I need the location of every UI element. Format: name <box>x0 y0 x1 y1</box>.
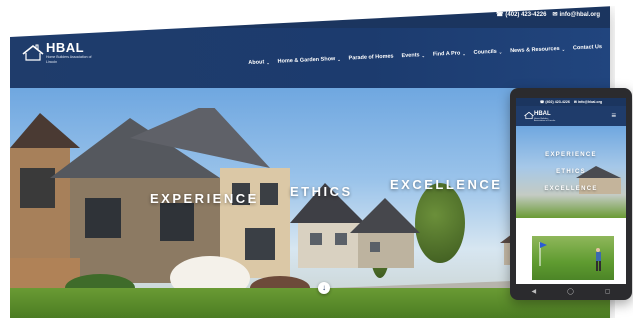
site-logo[interactable]: HBAL Home Builders Association of Lincol… <box>22 38 100 74</box>
chevron-down-icon: ⌄ <box>337 56 341 62</box>
phone-softkeys: ◀ ◯ ▢ <box>516 284 626 298</box>
nav-label: Events <box>401 52 420 60</box>
phone-logo-subtitle: Home Builders Association of Lincoln <box>534 118 556 122</box>
nav-label: Councils <box>473 48 497 56</box>
phone-content-spacer <box>516 218 626 238</box>
nav-parade-of-homes[interactable]: Parade of Homes <box>349 53 394 61</box>
nav-label: About <box>248 59 265 67</box>
home-icon[interactable]: ◯ <box>567 288 574 295</box>
phone-logo-title[interactable]: HBAL <box>534 111 551 117</box>
scroll-down-button[interactable]: ↓ <box>318 282 330 294</box>
email-link[interactable]: ✉ info@hbal.org <box>574 100 602 104</box>
back-icon[interactable]: ◀ <box>531 288 536 295</box>
recents-icon[interactable]: ▢ <box>605 288 611 295</box>
nav-events[interactable]: Events ⌄ <box>401 52 425 59</box>
house-logo-icon <box>22 44 44 61</box>
nav-councils[interactable]: Councils ⌄ <box>473 49 502 56</box>
phone-link[interactable]: ☎ (402) 423-4226 <box>495 11 547 19</box>
chevron-down-icon: ⌄ <box>561 46 566 52</box>
phone-link[interactable]: ☎ (402) 423-4226 <box>540 100 570 104</box>
phone-hero-word-ethics: ETHICS <box>556 169 586 175</box>
phone-icon: ☎ <box>495 12 504 18</box>
house-logo-icon <box>524 111 534 120</box>
golfer-image <box>539 242 601 271</box>
hero-word-excellence: EXCELLENCE <box>390 177 503 192</box>
nav-label: Home & Garden Show <box>277 56 336 65</box>
nav-about[interactable]: About ⌄ <box>248 59 270 66</box>
house-image <box>10 108 310 308</box>
nav-label: Parade of Homes <box>348 53 394 62</box>
phone-topbar: ☎ (402) 423-4226 ✉ info@hbal.org <box>516 98 626 106</box>
nav-label: News & Resources <box>510 45 560 55</box>
envelope-icon: ✉ <box>573 100 577 104</box>
phone-icon: ☎ <box>539 100 545 104</box>
phone-hero-word-excellence: EXCELLENCE <box>544 186 598 192</box>
phone-navbar: HBAL Home Builders Association of Lincol… <box>516 106 626 126</box>
nav-find-a-pro[interactable]: Find A Pro ⌄ <box>433 50 466 57</box>
phone-text: (402) 423-4226 <box>505 11 547 18</box>
topbar-contact: ☎ (402) 423-4226 ✉ info@hbal.org <box>495 11 600 19</box>
nav-news-resources[interactable]: News & Resources ⌄ <box>510 46 565 54</box>
email-text: info@hbal.org <box>559 11 600 18</box>
phone-text: (402) 423-4226 <box>545 100 570 104</box>
phone-hero-image: EXPERIENCE ETHICS EXCELLENCE <box>516 126 626 218</box>
chevron-down-icon: ⌄ <box>462 50 466 56</box>
hero-word-experience: EXPERIENCE <box>150 191 259 206</box>
chevron-down-icon: ⌄ <box>266 59 270 65</box>
hamburger-menu-icon[interactable]: ≡ <box>611 111 616 120</box>
logo-title: HBAL <box>46 40 85 55</box>
hero-word-ethics: ETHICS <box>290 184 353 199</box>
nav-home-garden-show[interactable]: Home & Garden Show ⌄ <box>277 56 340 65</box>
email-text: info@hbal.org <box>577 100 603 104</box>
logo-subtitle: Home Builders Association of Lincoln <box>46 55 92 64</box>
nav-label: Find A Pro <box>432 50 461 58</box>
phone-mockup: ☎ (402) 423-4226 ✉ info@hbal.org HBAL Ho… <box>510 88 632 300</box>
email-link[interactable]: ✉ info@hbal.org <box>552 11 600 19</box>
arrow-down-icon: ↓ <box>322 283 326 292</box>
nav-label: Contact Us <box>572 44 603 52</box>
phone-hero-word-experience: EXPERIENCE <box>545 152 597 158</box>
golf-image <box>532 236 614 280</box>
envelope-icon: ✉ <box>552 12 558 18</box>
phone-screen: ☎ (402) 423-4226 ✉ info@hbal.org HBAL Ho… <box>516 98 626 284</box>
nav-contact-us[interactable]: Contact Us <box>573 44 602 51</box>
desktop-topbar: ☎ (402) 423-4226 ✉ info@hbal.org <box>10 6 610 28</box>
chevron-down-icon: ⌄ <box>421 52 426 58</box>
chevron-down-icon: ⌄ <box>498 49 503 55</box>
